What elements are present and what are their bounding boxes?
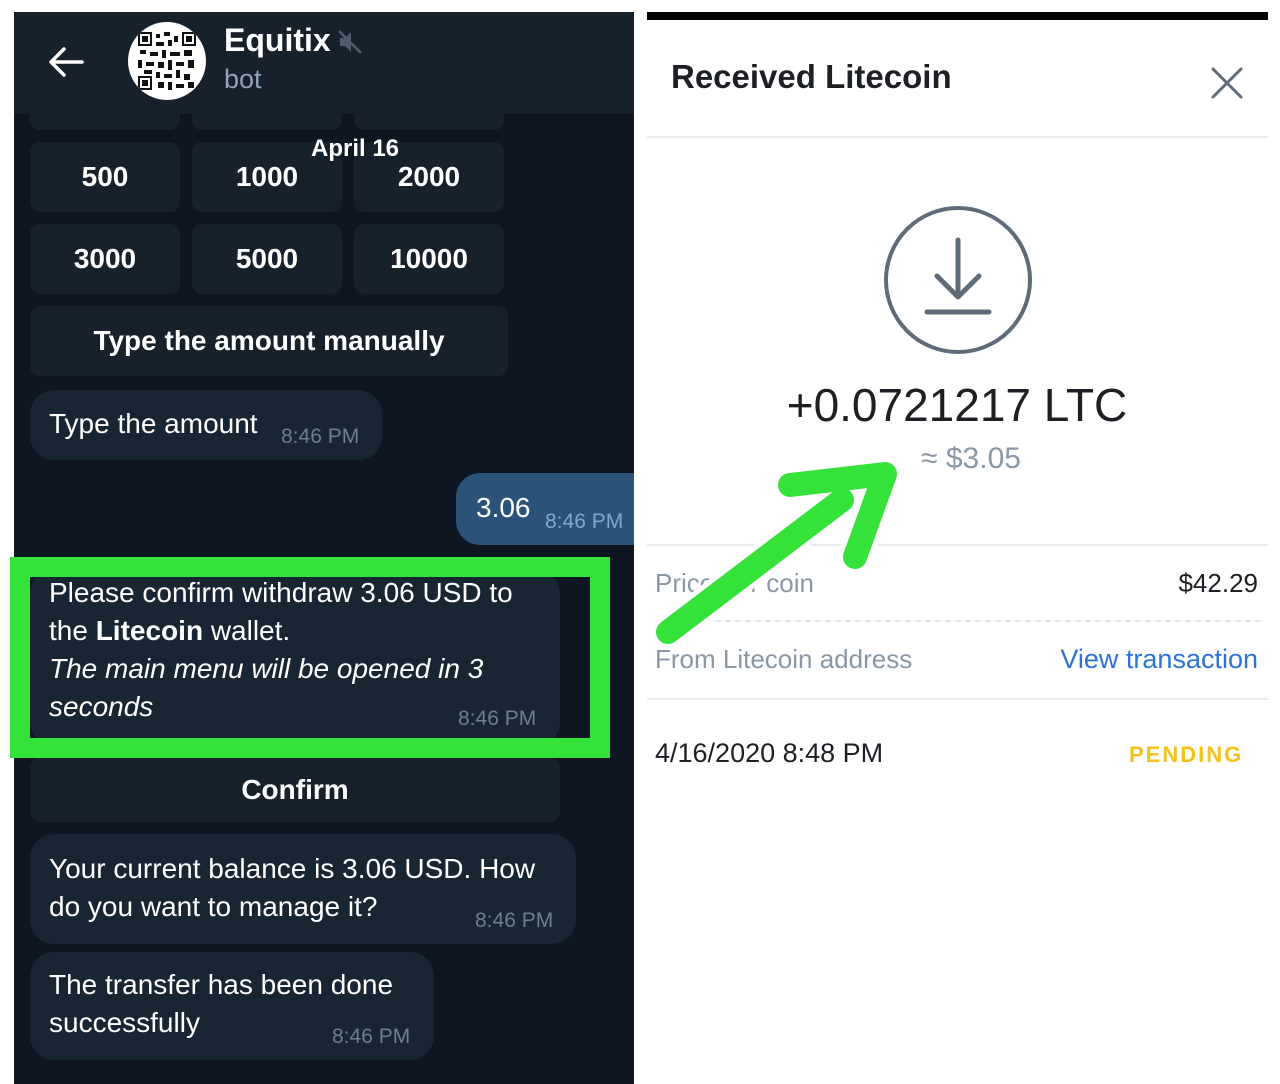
confirm-text-bold: Litecoin: [95, 615, 204, 646]
avatar[interactable]: [128, 22, 206, 100]
telegram-chat-panel: Equitix bot 500 1000 2000 April 16 3000 …: [14, 12, 634, 1084]
qr-code-icon: [138, 32, 196, 90]
message-bubble: The transfer has been done successfully …: [30, 952, 434, 1060]
message-text: Please confirm withdraw 3.06 USD to the …: [49, 574, 549, 726]
confirm-button[interactable]: Confirm: [30, 758, 560, 822]
back-arrow-icon: [49, 47, 84, 77]
transaction-date: 4/16/2020 8:48 PM: [655, 738, 884, 768]
message-time: 8:46 PM: [281, 425, 360, 448]
message-time: 8:46 PM: [545, 510, 624, 533]
chat-header: Equitix bot: [14, 12, 634, 114]
status-badge: PENDING: [1129, 742, 1244, 767]
message-time: 8:46 PM: [332, 1025, 411, 1048]
message-time: 8:46 PM: [458, 707, 537, 730]
message-bubble: Type the amount 8:46 PM: [30, 390, 382, 460]
message-bubble: Your current balance is 3.06 USD. How do…: [30, 834, 576, 944]
back-button[interactable]: [42, 42, 90, 82]
amount-button[interactable]: 10000: [354, 224, 504, 294]
bot-name: Equitix: [224, 22, 331, 58]
divider: [647, 544, 1268, 546]
confirm-italic-text: The main menu will be opened in 3 second…: [49, 653, 484, 722]
divider: [647, 698, 1268, 700]
top-border: [647, 12, 1268, 20]
wallet-transaction-panel: Received Litecoin +0.0721217 LTC ≈ $3.05…: [634, 12, 1280, 1084]
message-text: 3.06: [476, 492, 531, 523]
type-amount-manually-button[interactable]: Type the amount manually: [30, 306, 508, 376]
message-time: 8:46 PM: [475, 909, 554, 932]
confirm-text-part: wallet.: [203, 615, 291, 646]
message-bubble-confirm: Please confirm withdraw 3.06 USD to the …: [30, 570, 560, 746]
bot-subtitle: bot: [224, 64, 262, 94]
divider: [647, 136, 1268, 138]
amount-button[interactable]: 500: [30, 142, 180, 212]
from-address-label: From Litecoin address: [655, 644, 913, 674]
view-transaction-link[interactable]: View transaction: [1060, 644, 1258, 675]
amount-button[interactable]: 5000: [192, 224, 342, 294]
price-per-coin-label: Price per coin: [655, 568, 814, 598]
price-per-coin-value: $42.29: [1178, 568, 1258, 598]
close-icon[interactable]: [1204, 60, 1250, 106]
outgoing-message-bubble: 3.06 8:46 PM: [456, 473, 634, 545]
download-icon: [884, 206, 1032, 354]
mute-icon: [338, 30, 362, 54]
page-title: Received Litecoin: [671, 58, 952, 95]
amount-button[interactable]: 3000: [30, 224, 180, 294]
date-separator: April 16: [310, 135, 400, 162]
amount-fiat: ≈ $3.05: [921, 442, 1021, 475]
dashed-divider: [655, 620, 1261, 622]
amount-crypto: +0.0721217 LTC: [786, 379, 1128, 431]
message-text: Type the amount: [49, 408, 258, 439]
